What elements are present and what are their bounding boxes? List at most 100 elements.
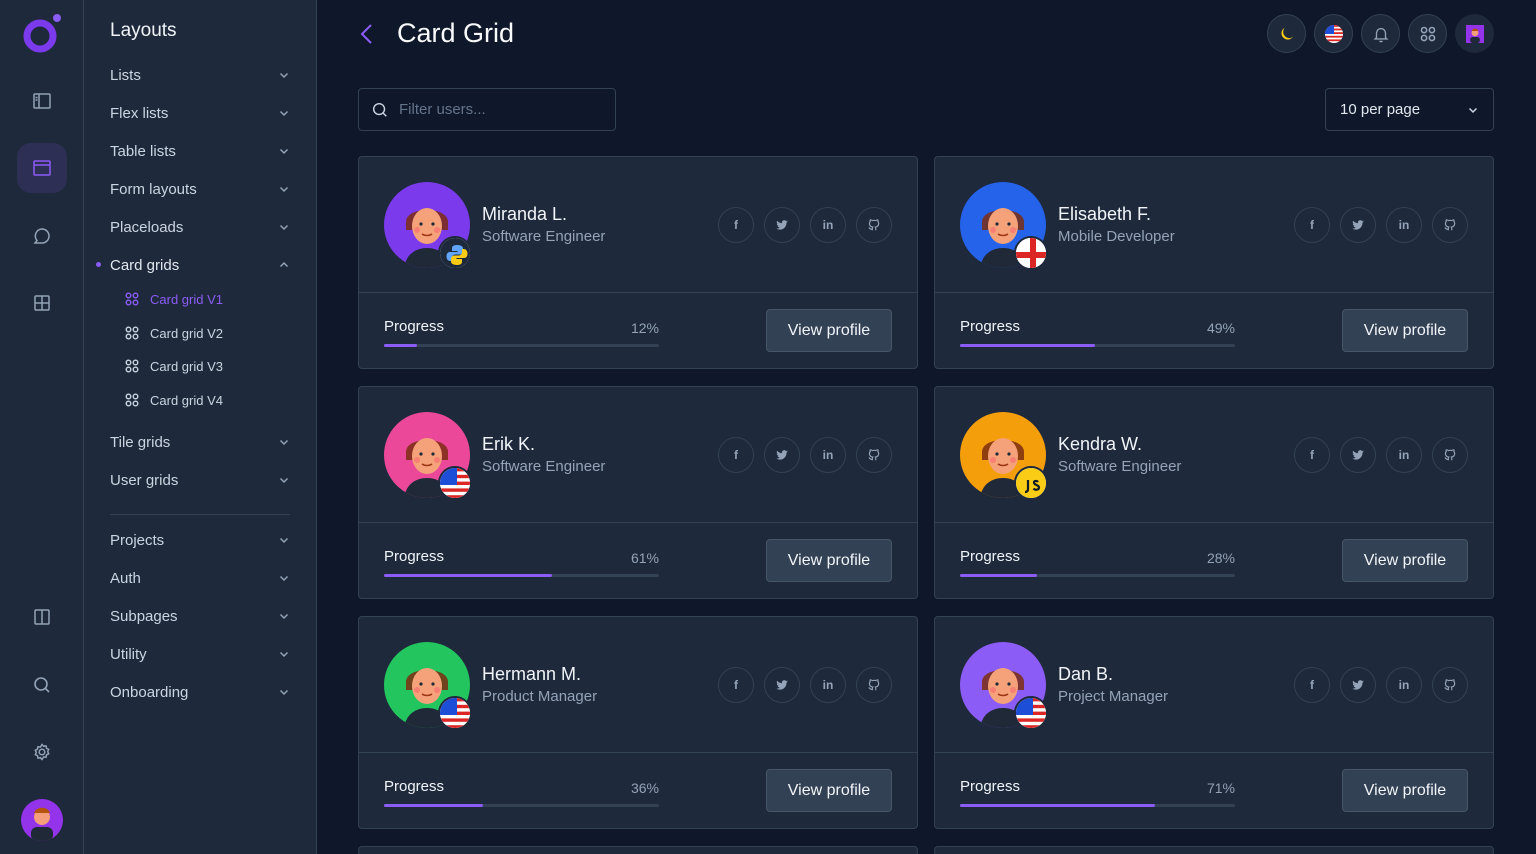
apps-grid-icon: [1420, 26, 1435, 41]
search-icon[interactable]: [17, 660, 67, 710]
twitter-icon[interactable]: [1340, 207, 1376, 243]
twitter-icon[interactable]: [764, 667, 800, 703]
submenu-item-card-grid-v1[interactable]: Card grid V1: [124, 289, 223, 309]
menu-item-label: Onboarding: [110, 683, 189, 701]
grid-dots-icon: [125, 292, 139, 306]
messages-icon[interactable]: [17, 211, 67, 261]
user-name: Erik K.: [482, 434, 536, 454]
avatar-badge: [438, 696, 472, 730]
user-avatar[interactable]: [960, 182, 1048, 270]
layouts-icon[interactable]: [17, 143, 67, 193]
user-card-grid: Miranda L. Software Engineer f in Progre…: [358, 156, 1494, 829]
menu-item-subpages[interactable]: Subpages: [110, 605, 290, 627]
view-profile-button[interactable]: View profile: [1342, 539, 1468, 582]
javascript-icon: [1016, 468, 1046, 498]
per-page-select[interactable]: 10 per page: [1325, 88, 1494, 131]
avatar-badge: [1014, 236, 1048, 270]
chevron-down-icon: [279, 575, 289, 582]
github-icon[interactable]: [856, 437, 892, 473]
view-profile-button[interactable]: View profile: [1342, 769, 1468, 812]
user-avatar[interactable]: [384, 412, 472, 500]
linkedin-icon[interactable]: in: [1386, 437, 1422, 473]
notifications-button[interactable]: [1361, 14, 1400, 53]
linkedin-icon[interactable]: in: [810, 207, 846, 243]
apps-button[interactable]: [1408, 14, 1447, 53]
menu-item-table-lists[interactable]: Table lists: [110, 140, 290, 162]
social-links: f in: [1294, 207, 1468, 243]
active-dot: [96, 262, 101, 267]
menu-item-projects[interactable]: Projects: [110, 529, 290, 551]
user-avatar[interactable]: [384, 182, 472, 270]
user-avatar[interactable]: [21, 799, 63, 841]
submenu-item-card-grid-v3[interactable]: Card grid V3: [124, 356, 223, 376]
avatar-badge: [1014, 466, 1048, 500]
facebook-icon[interactable]: f: [718, 667, 754, 703]
linkedin-glyph: in: [822, 218, 834, 232]
submenu-item-card-grid-v2[interactable]: Card grid V2: [124, 323, 223, 343]
app-logo-icon[interactable]: [21, 13, 63, 55]
linkedin-icon[interactable]: in: [1386, 207, 1422, 243]
facebook-icon[interactable]: f: [1294, 437, 1330, 473]
user-avatar[interactable]: [384, 642, 472, 730]
menu-item-card-grids[interactable]: Card grids: [110, 254, 290, 276]
sidebar-toggle-icon[interactable]: [17, 76, 67, 126]
dark-mode-toggle[interactable]: [1267, 14, 1306, 53]
facebook-icon[interactable]: f: [1294, 667, 1330, 703]
icon-rail: [0, 0, 84, 854]
menu-item-form-layouts[interactable]: Form layouts: [110, 178, 290, 200]
grid-icon[interactable]: [17, 278, 67, 328]
back-arrow-icon[interactable]: [357, 23, 377, 45]
view-profile-button[interactable]: View profile: [1342, 309, 1468, 352]
github-icon[interactable]: [1432, 667, 1468, 703]
panel-icon[interactable]: [17, 592, 67, 642]
top-actions: [1267, 14, 1494, 53]
linkedin-glyph: in: [822, 448, 834, 462]
facebook-icon[interactable]: f: [718, 437, 754, 473]
facebook-icon[interactable]: f: [718, 207, 754, 243]
submenu-item-label: Card grid V1: [150, 291, 223, 307]
profile-avatar[interactable]: [1455, 14, 1494, 53]
user-role: Software Engineer: [1058, 458, 1182, 475]
grid-dots-icon: [125, 326, 139, 340]
github-icon[interactable]: [1432, 437, 1468, 473]
facebook-icon[interactable]: f: [1294, 207, 1330, 243]
social-links: f in: [718, 437, 892, 473]
menu-item-utility[interactable]: Utility: [110, 643, 290, 665]
menu-item-tile-grids[interactable]: Tile grids: [110, 431, 290, 453]
submenu-item-label: Card grid V4: [150, 392, 223, 408]
linkedin-icon[interactable]: in: [810, 437, 846, 473]
language-selector[interactable]: [1314, 14, 1353, 53]
linkedin-glyph: in: [1398, 448, 1410, 462]
user-name: Kendra W.: [1058, 434, 1143, 454]
menu-item-flex-lists[interactable]: Flex lists: [110, 102, 290, 124]
menu-item-user-grids[interactable]: User grids: [110, 469, 290, 491]
github-icon[interactable]: [856, 667, 892, 703]
submenu-divider: [110, 514, 290, 515]
chevron-down-icon: [279, 537, 289, 544]
view-profile-button[interactable]: View profile: [766, 769, 892, 812]
twitter-icon[interactable]: [764, 437, 800, 473]
menu-item-onboarding[interactable]: Onboarding: [110, 681, 290, 703]
view-profile-button[interactable]: View profile: [766, 539, 892, 582]
user-avatar[interactable]: [960, 412, 1048, 500]
submenu-item-card-grid-v4[interactable]: Card grid V4: [124, 390, 223, 410]
twitter-icon[interactable]: [764, 207, 800, 243]
us-flag-icon: [440, 468, 470, 498]
menu-item-lists[interactable]: Lists: [110, 64, 290, 86]
progress-bar: [960, 804, 1235, 807]
filter-users-input[interactable]: [399, 101, 599, 118]
settings-gear-icon[interactable]: [17, 727, 67, 777]
menu-item-auth[interactable]: Auth: [110, 567, 290, 589]
twitter-icon[interactable]: [1340, 667, 1376, 703]
user-avatar[interactable]: [960, 642, 1048, 730]
twitter-icon[interactable]: [1340, 437, 1376, 473]
user-name: Miranda L.: [482, 204, 568, 224]
github-icon[interactable]: [1432, 207, 1468, 243]
progress-bar-fill: [960, 804, 1156, 807]
menu-item-label: Auth: [110, 569, 141, 587]
view-profile-button[interactable]: View profile: [766, 309, 892, 352]
linkedin-icon[interactable]: in: [1386, 667, 1422, 703]
github-icon[interactable]: [856, 207, 892, 243]
menu-item-placeloads[interactable]: Placeloads: [110, 216, 290, 238]
linkedin-icon[interactable]: in: [810, 667, 846, 703]
